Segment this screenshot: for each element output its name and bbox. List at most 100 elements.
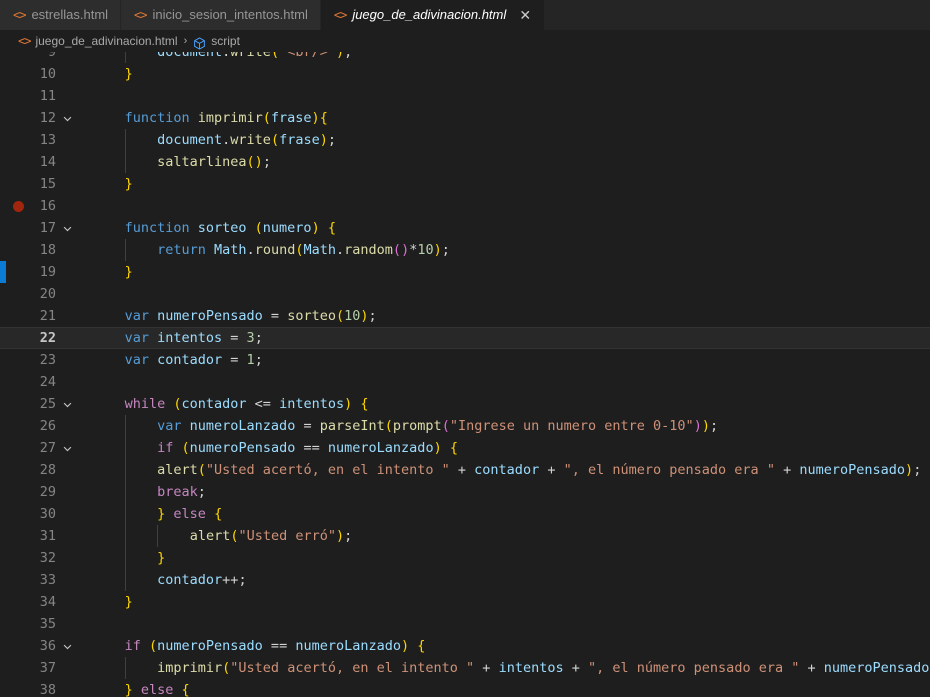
code-text[interactable]: var numeroLanzado = parseInt(prompt("Ing… [90,415,930,437]
code-line[interactable]: 12 function imprimir(frase){ [0,107,930,129]
editor-gutter[interactable]: 13 [6,129,90,151]
code-line[interactable]: 21 var numeroPensado = sorteo(10); [0,305,930,327]
code-text[interactable]: while (contador <= intentos) { [90,393,930,415]
editor-gutter[interactable]: 28 [6,459,90,481]
code-text[interactable]: alert("Usted erró"); [90,525,930,547]
editor-gutter[interactable]: 11 [6,85,90,107]
editor-gutter[interactable]: 15 [6,173,90,195]
code-line[interactable]: 23 var contador = 1; [0,349,930,371]
code-line[interactable]: 30 } else { [0,503,930,525]
editor-tab-estrellas[interactable]: <> estrellas.html [0,0,122,30]
code-line[interactable]: 13 document.write(frase); [0,129,930,151]
editor-gutter[interactable]: 16 [6,195,90,217]
editor-gutter[interactable]: 37 [6,657,90,679]
editor-gutter[interactable]: 21 [6,305,90,327]
code-text[interactable]: var intentos = 3; [90,327,930,349]
editor-gutter[interactable]: 20 [6,283,90,305]
code-text[interactable]: var numeroPensado = sorteo(10); [90,305,930,327]
editor-gutter[interactable]: 10 [6,63,90,85]
code-line[interactable]: 36 if (numeroPensado == numeroLanzado) { [0,635,930,657]
editor-gutter[interactable]: 12 [6,107,90,129]
editor-gutter[interactable]: 9 [6,52,90,63]
close-icon[interactable]: ✕ [518,8,532,22]
code-line[interactable]: 25 while (contador <= intentos) { [0,393,930,415]
code-line[interactable]: 31 alert("Usted erró"); [0,525,930,547]
code-text[interactable]: if (numeroPensado == numeroLanzado) { [90,635,930,657]
code-editor[interactable]: 9 document.write("<br/>"); 10 } 11 12 funct… [0,52,930,697]
code-line[interactable]: 28 alert("Usted acertó, en el intento " … [0,459,930,481]
code-text[interactable]: alert("Usted acertó, en el intento " + c… [90,459,930,481]
code-line[interactable]: 26 var numeroLanzado = parseInt(prompt("… [0,415,930,437]
code-tokens: } [124,176,133,192]
editor-gutter[interactable]: 31 [6,525,90,547]
code-line[interactable]: 9 document.write("<br/>"); [0,52,930,63]
code-line[interactable]: 34 } [0,591,930,613]
code-line[interactable]: 29 break; [0,481,930,503]
code-line[interactable]: 22 var intentos = 3; [0,327,930,349]
code-text[interactable]: } else { [90,503,930,525]
editor-gutter[interactable]: 23 [6,349,90,371]
code-line[interactable]: 15 } [0,173,930,195]
editor-gutter[interactable]: 22 [6,327,90,349]
code-line[interactable]: 18 return Math.round(Math.random()*10); [0,239,930,261]
code-line[interactable]: 33 contador++; [0,569,930,591]
chevron-down-icon[interactable] [56,217,78,239]
code-text[interactable]: } else { [90,679,930,697]
editor-gutter[interactable]: 17 [6,217,90,239]
code-line[interactable]: 19 } [0,261,930,283]
code-text[interactable]: return Math.round(Math.random()*10); [90,239,930,261]
editor-gutter[interactable]: 18 [6,239,90,261]
code-text[interactable]: break; [90,481,930,503]
code-line[interactable]: 17 function sorteo (numero) { [0,217,930,239]
editor-gutter[interactable]: 24 [6,371,90,393]
code-text[interactable]: document.write(frase); [90,129,930,151]
editor-gutter[interactable]: 33 [6,569,90,591]
code-text[interactable]: function sorteo (numero) { [90,217,930,239]
code-line[interactable]: 20 [0,283,930,305]
code-line[interactable]: 38 } else { [0,679,930,697]
editor-gutter[interactable]: 30 [6,503,90,525]
editor-gutter[interactable]: 29 [6,481,90,503]
editor-tab-inicio-sesion-intentos[interactable]: <> inicio_sesion_intentos.html [121,0,321,30]
editor-gutter[interactable]: 26 [6,415,90,437]
code-text[interactable]: function imprimir(frase){ [90,107,930,129]
code-text[interactable]: saltarlinea(); [90,151,930,173]
code-text[interactable]: } [90,547,930,569]
editor-gutter[interactable]: 14 [6,151,90,173]
code-line[interactable]: 32 } [0,547,930,569]
breakpoint-icon[interactable] [13,200,24,212]
code-text[interactable]: } [90,63,930,85]
breadcrumb-file[interactable]: juego_de_adivinacion.html [35,34,177,48]
editor-gutter[interactable]: 35 [6,613,90,635]
editor-gutter[interactable]: 27 [6,437,90,459]
code-text[interactable]: imprimir("Usted acertó, en el intento " … [90,657,930,679]
editor-tab-juego-de-adivinacion[interactable]: <> juego_de_adivinacion.html ✕ [320,0,546,30]
code-text[interactable]: } [90,591,930,613]
code-line[interactable]: 35 [0,613,930,635]
code-text[interactable]: } [90,173,930,195]
editor-gutter[interactable]: 32 [6,547,90,569]
chevron-down-icon[interactable] [56,107,78,129]
code-text[interactable]: contador++; [90,569,930,591]
editor-gutter[interactable]: 36 [6,635,90,657]
editor-gutter[interactable]: 25 [6,393,90,415]
code-line[interactable]: 10 } [0,63,930,85]
chevron-down-icon[interactable] [56,437,78,459]
code-line[interactable]: 24 [0,371,930,393]
code-text[interactable]: if (numeroPensado == numeroLanzado) { [90,437,930,459]
editor-gutter[interactable]: 19 [6,261,90,283]
chevron-down-icon[interactable] [56,393,78,415]
code-line[interactable]: 11 [0,85,930,107]
code-text[interactable]: document.write("<br/>"); [90,52,930,63]
breadcrumb-symbol[interactable]: script [211,34,240,48]
code-tokens: break; [157,484,206,500]
code-line[interactable]: 37 imprimir("Usted acertó, en el intento… [0,657,930,679]
code-text[interactable]: var contador = 1; [90,349,930,371]
code-line[interactable]: 14 saltarlinea(); [0,151,930,173]
code-line[interactable]: 16 [0,195,930,217]
code-text[interactable]: } [90,261,930,283]
editor-gutter[interactable]: 38 [6,679,90,697]
chevron-down-icon[interactable] [56,635,78,657]
code-line[interactable]: 27 if (numeroPensado == numeroLanzado) { [0,437,930,459]
editor-gutter[interactable]: 34 [6,591,90,613]
